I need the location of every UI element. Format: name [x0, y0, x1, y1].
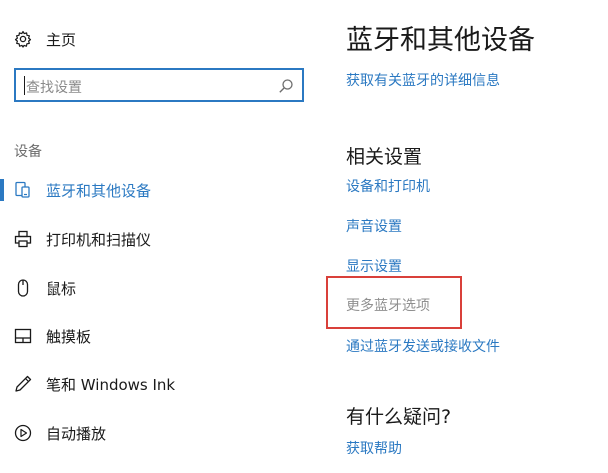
- sidebar-item-label: 自动播放: [46, 425, 107, 443]
- send-receive-files-link[interactable]: 通过蓝牙发送或接收文件: [346, 336, 500, 356]
- sidebar-item-autoplay[interactable]: 自动播放: [0, 416, 320, 450]
- display-settings-link[interactable]: 显示设置: [346, 256, 402, 276]
- pen-icon: [14, 375, 32, 397]
- navigation-pane: 主页 查找设置 设备 蓝牙和其他设备 打印机和扫描仪 鼠标 触摸板 笔和 Win…: [0, 0, 330, 473]
- bluetooth-devices-icon: [14, 181, 32, 203]
- sidebar-item-label: 笔和 Windows Ink: [46, 376, 176, 394]
- selection-indicator: [0, 179, 4, 201]
- home-nav-item[interactable]: 主页: [0, 24, 300, 54]
- search-input[interactable]: 查找设置: [14, 68, 304, 102]
- sidebar-item-label: 触摸板: [46, 328, 92, 346]
- home-label: 主页: [46, 31, 77, 49]
- sidebar-item-printers[interactable]: 打印机和扫描仪: [0, 222, 320, 256]
- sound-settings-link[interactable]: 声音设置: [346, 216, 402, 236]
- questions-heading: 有什么疑问?: [346, 406, 452, 428]
- printer-icon: [14, 230, 32, 252]
- devices-and-printers-link[interactable]: 设备和打印机: [346, 176, 430, 196]
- search-icon[interactable]: [278, 78, 294, 98]
- content-pane: 蓝牙和其他设备 获取有关蓝牙的详细信息 相关设置 设备和打印机 声音设置 显示设…: [326, 0, 608, 473]
- get-help-link[interactable]: 获取帮助: [346, 438, 402, 458]
- sidebar-item-label: 打印机和扫描仪: [46, 231, 152, 249]
- sidebar-item-touchpad[interactable]: 触摸板: [0, 319, 320, 353]
- sidebar-item-label: 鼠标: [46, 280, 77, 298]
- sidebar-item-pen[interactable]: 笔和 Windows Ink: [0, 367, 320, 401]
- related-settings-heading: 相关设置: [346, 146, 423, 168]
- gear-icon: [14, 30, 32, 52]
- more-bluetooth-options-link[interactable]: 更多蓝牙选项: [346, 295, 430, 315]
- text-caret: [24, 76, 25, 95]
- settings-window: 主页 查找设置 设备 蓝牙和其他设备 打印机和扫描仪 鼠标 触摸板 笔和 Win…: [0, 0, 608, 473]
- page-title: 蓝牙和其他设备: [346, 25, 535, 56]
- mouse-icon: [14, 279, 32, 301]
- sidebar-item-bluetooth[interactable]: 蓝牙和其他设备: [0, 173, 320, 207]
- sidebar-item-mouse[interactable]: 鼠标: [0, 271, 320, 305]
- search-placeholder: 查找设置: [26, 80, 82, 96]
- bluetooth-info-link[interactable]: 获取有关蓝牙的详细信息: [346, 70, 500, 90]
- touchpad-icon: [14, 327, 32, 349]
- autoplay-icon: [14, 424, 32, 446]
- section-label-devices: 设备: [14, 144, 42, 160]
- sidebar-item-label: 蓝牙和其他设备: [46, 182, 152, 200]
